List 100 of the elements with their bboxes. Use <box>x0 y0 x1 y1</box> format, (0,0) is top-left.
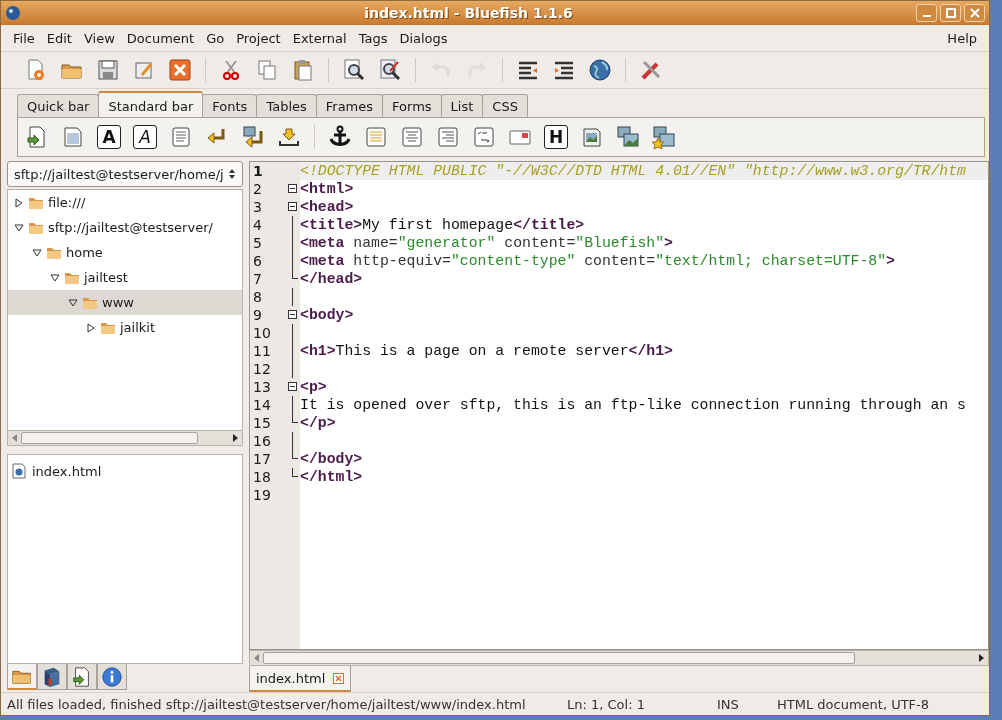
close-icon <box>969 8 980 18</box>
collapse-icon[interactable] <box>288 310 297 319</box>
toolbar-tab[interactable]: Standard bar <box>98 91 204 117</box>
code-line: <head> <box>300 199 354 215</box>
window-title: index.html - Bluefish 1.1.6 <box>363 5 574 21</box>
expander-down-icon[interactable] <box>68 297 78 308</box>
menu-item[interactable]: Tags <box>352 28 394 48</box>
image-icon <box>580 125 604 149</box>
image-return-icon <box>241 125 265 149</box>
menu-item[interactable]: View <box>77 28 121 48</box>
tree-row[interactable]: www <box>8 290 242 315</box>
fold-line <box>292 396 293 414</box>
tree-row[interactable]: jailkit <box>8 315 242 340</box>
expander-down-icon[interactable] <box>14 222 24 233</box>
align-right-icon <box>436 125 460 149</box>
tree-row[interactable]: home <box>8 240 242 265</box>
line-number: 6 <box>252 253 262 269</box>
tree-item-label: www <box>102 295 134 310</box>
paragraph-icon <box>169 125 193 149</box>
toolbar-tab[interactable]: List <box>440 94 484 117</box>
folder-icon <box>82 295 98 310</box>
menu-item[interactable]: Dialogs <box>393 28 454 48</box>
cursor-position: Ln: 1, Col: 1 <box>567 696 646 712</box>
toolbar-tab[interactable]: CSS <box>482 94 528 117</box>
functions-tab[interactable] <box>67 664 97 690</box>
menu-item[interactable]: Help <box>941 28 983 48</box>
code-line: <!DOCTYPE HTML PUBLIC "-//W3C//DTD HTML 4.01//EN" "http://www.w3.org/TR/htm <box>300 163 966 179</box>
code-line: </body> <box>300 451 363 467</box>
document-type: HTML document, UTF-8 <box>777 696 930 712</box>
lines-icon <box>364 125 388 149</box>
tree-row[interactable]: sftp://jailtest@testserver/ <box>8 215 242 240</box>
line-number: 17 <box>252 451 271 467</box>
align-center-icon <box>400 125 424 149</box>
page-icon <box>61 125 85 149</box>
minimize-button[interactable] <box>916 4 937 22</box>
line-number: 4 <box>252 217 262 233</box>
html-file-icon <box>12 463 26 479</box>
scrollbar-thumb[interactable] <box>21 432 198 444</box>
bookmarks-tab[interactable] <box>37 664 67 690</box>
fold-line <box>292 432 293 450</box>
close-button[interactable] <box>964 4 985 22</box>
menu-item[interactable]: External <box>286 28 353 48</box>
horizontal-scrollbar[interactable] <box>249 650 989 666</box>
folder-icon <box>64 270 80 285</box>
close-icon <box>168 58 192 82</box>
location-combo[interactable]: sftp://jailtest@testserver/home/j <box>7 161 243 187</box>
folder-icon <box>46 245 62 260</box>
close-icon[interactable] <box>333 672 345 684</box>
code-line: It is opened over sftp, this is an ftp-like connection running through an s <box>300 397 966 413</box>
menu-item[interactable]: File <box>7 28 41 48</box>
document-tab[interactable]: index.html <box>249 666 352 692</box>
file-name[interactable]: index.html <box>32 463 102 479</box>
folder-icon <box>28 195 44 210</box>
tree-item-label: sftp://jailtest@testserver/ <box>48 220 213 235</box>
scroll-right-icon[interactable] <box>979 654 984 662</box>
toolbar-tab[interactable]: Quick bar <box>17 94 100 117</box>
toolbar-tab[interactable]: Fonts <box>202 94 258 117</box>
tray-arrow-icon <box>277 125 301 149</box>
line-number: 1 <box>252 163 263 179</box>
code-line: </html> <box>300 469 363 485</box>
menu-item[interactable]: Edit <box>40 28 78 48</box>
expander-right-icon[interactable] <box>14 197 24 208</box>
scrollbar-thumb[interactable] <box>263 652 855 664</box>
scroll-right-icon[interactable] <box>233 434 238 442</box>
menu-item[interactable]: Go <box>200 28 231 48</box>
scroll-left-icon[interactable] <box>254 654 259 662</box>
status-message: All files loaded, finished sftp://jailtest@testserver/home/jailtest/www/index.html <box>7 696 527 712</box>
scroll-left-icon[interactable] <box>12 434 17 442</box>
expander-right-icon[interactable] <box>86 322 96 333</box>
folder-icon <box>100 320 116 335</box>
line-number: 12 <box>252 361 271 377</box>
collapse-icon[interactable] <box>288 184 297 193</box>
insert-mode: INS <box>717 696 740 712</box>
code-line: </head> <box>300 271 363 287</box>
line-number: 7 <box>252 271 262 287</box>
maximize-button[interactable] <box>940 4 961 22</box>
collapse-icon[interactable] <box>288 202 297 211</box>
tree-item-label: jailkit <box>120 320 156 335</box>
tree-row[interactable]: jailtest <box>8 265 242 290</box>
collapse-icon[interactable] <box>288 382 297 391</box>
line-number: 13 <box>252 379 271 395</box>
images-icon <box>616 125 640 149</box>
horizontal-scrollbar[interactable] <box>7 430 243 446</box>
toolbar-tab[interactable]: Frames <box>315 94 384 117</box>
tree-item-label: file:/// <box>48 195 86 210</box>
expander-down-icon[interactable] <box>32 247 42 258</box>
line-number: 10 <box>252 325 271 341</box>
code-line: <body> <box>300 307 354 323</box>
tree-row[interactable]: file:/// <box>8 190 242 215</box>
toolbar-tab[interactable]: Forms <box>382 94 442 117</box>
code-line: <p> <box>300 379 327 395</box>
minimize-icon <box>922 15 931 17</box>
line-number: 11 <box>252 343 271 359</box>
images-star-icon <box>652 125 676 149</box>
menu-item[interactable]: Document <box>120 28 201 48</box>
toolbar-tab[interactable]: Tables <box>256 94 317 117</box>
expander-down-icon[interactable] <box>50 272 60 283</box>
filebrowser-tab[interactable] <box>7 664 37 690</box>
info-tab[interactable] <box>97 664 127 690</box>
menu-item[interactable]: Project <box>230 28 287 48</box>
